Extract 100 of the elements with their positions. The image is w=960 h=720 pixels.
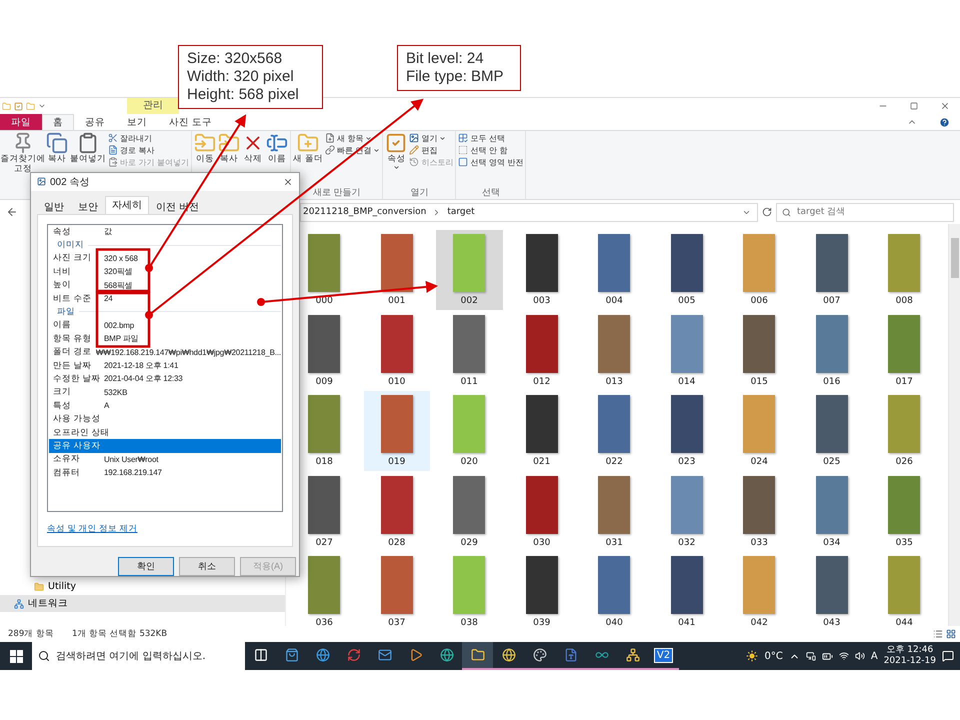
windows-logo-icon[interactable] xyxy=(10,650,22,662)
file-thumbnail[interactable]: 021 xyxy=(508,391,575,470)
file-thumbnail[interactable]: 003 xyxy=(508,230,575,310)
property-row[interactable]: 소유자 Unix User₩root xyxy=(49,452,281,466)
refresh-icon[interactable] xyxy=(762,207,772,217)
ribbon-button[interactable]: 복사 xyxy=(46,132,68,164)
help-icon[interactable] xyxy=(939,116,950,128)
property-row[interactable]: 공유 사용자 xyxy=(49,439,281,453)
file-thumbnail[interactable]: 007 xyxy=(798,230,865,310)
input-language[interactable]: A xyxy=(870,650,878,662)
close-icon[interactable] xyxy=(940,101,950,111)
file-thumbnail[interactable]: 022 xyxy=(581,391,648,470)
thumbnail-view-icon[interactable] xyxy=(946,629,956,639)
file-thumbnail[interactable]: 019 xyxy=(364,391,430,470)
dialog-button[interactable]: 확인 xyxy=(118,557,174,576)
ribbon-tab[interactable]: 사진 도구 xyxy=(158,114,224,130)
taskbar-app[interactable]: V2 xyxy=(648,642,679,670)
file-thumbnail[interactable]: 043 xyxy=(798,552,865,632)
ribbon-tab[interactable]: 파일 xyxy=(0,114,42,130)
clock-time[interactable]: 오후 12:46 xyxy=(886,645,934,656)
ribbon-button[interactable]: 새 항목 xyxy=(324,132,380,144)
file-thumbnail[interactable]: 035 xyxy=(871,472,938,551)
maximize-icon[interactable] xyxy=(910,102,918,110)
ribbon-tab[interactable]: 보기 xyxy=(116,114,158,130)
file-thumbnail[interactable]: 013 xyxy=(581,310,648,390)
file-thumbnail[interactable]: 023 xyxy=(654,391,720,470)
nav-item[interactable]: 네트워크 xyxy=(0,595,285,612)
property-row[interactable]: 오프라인 상태 xyxy=(49,426,281,440)
file-thumbnail[interactable]: 044 xyxy=(871,552,938,632)
property-row[interactable]: 폴더 경로 ₩₩192.168.219.147₩pi₩hdd1₩jpg₩20211218_B... xyxy=(49,345,281,359)
details-view-icon[interactable] xyxy=(933,629,943,639)
clock-date[interactable]: 2021-12-19 xyxy=(884,656,936,667)
ribbon-button[interactable]: 붙여넣기 xyxy=(70,132,106,164)
device-icon[interactable] xyxy=(806,651,816,661)
property-row[interactable]: 만든 날짜 2021-12-18 오후 1:41 xyxy=(49,358,281,372)
ribbon-button[interactable]: 선택 영역 반전 xyxy=(458,156,524,168)
dialog-tab[interactable]: 일반 xyxy=(37,198,71,214)
dialog-tab[interactable]: 자세히 xyxy=(105,196,149,214)
back-arrow-icon[interactable] xyxy=(6,206,18,218)
sun-icon[interactable] xyxy=(746,650,758,662)
temperature[interactable]: 0°C xyxy=(764,650,783,662)
file-thumbnail[interactable]: 024 xyxy=(726,391,792,470)
notification-icon[interactable] xyxy=(942,650,954,662)
network-icon[interactable] xyxy=(838,651,849,661)
ribbon-tab[interactable]: 공유 xyxy=(74,114,116,130)
column-header[interactable]: 속성 xyxy=(53,226,104,238)
file-thumbnail[interactable]: 037 xyxy=(364,552,430,632)
scrollbar[interactable] xyxy=(948,224,960,626)
battery-icon[interactable] xyxy=(822,650,833,662)
ribbon-button[interactable]: 모두 선택 xyxy=(458,132,524,144)
caret-icon[interactable] xyxy=(38,102,46,110)
property-row[interactable]: 수정한 날짜 2021-04-04 오후 12:33 xyxy=(49,372,281,386)
file-thumbnail[interactable]: 025 xyxy=(798,391,865,470)
ribbon-tab[interactable]: 홈 xyxy=(42,114,74,130)
file-thumbnail[interactable]: 040 xyxy=(581,552,648,632)
file-thumbnail[interactable]: 011 xyxy=(436,310,502,390)
property-row[interactable]: 크기 532KB xyxy=(49,386,281,400)
file-thumbnail[interactable]: 001 xyxy=(364,230,430,310)
ribbon-button[interactable]: 열기 xyxy=(409,132,454,144)
file-thumbnail[interactable]: 028 xyxy=(364,472,430,551)
file-thumbnail[interactable]: 010 xyxy=(364,310,430,390)
file-thumbnail[interactable]: 012 xyxy=(508,310,575,390)
file-thumbnail[interactable]: 020 xyxy=(436,391,502,470)
remove-properties-link[interactable]: 속성 및 개인 정보 제거 xyxy=(47,522,138,535)
property-row[interactable]: 사용 가능성 xyxy=(49,412,281,426)
file-thumbnail[interactable]: 032 xyxy=(654,472,720,551)
file-thumbnail[interactable]: 009 xyxy=(291,310,358,390)
property-row[interactable]: 사진 크기 320 x 568 xyxy=(49,252,281,266)
file-thumbnail[interactable]: 033 xyxy=(726,472,792,551)
file-thumbnail[interactable]: 029 xyxy=(436,472,502,551)
property-row[interactable]: 비트 수준 24 xyxy=(49,292,281,306)
file-thumbnail[interactable]: 005 xyxy=(654,230,720,310)
ribbon-button[interactable]: 경로 복사 xyxy=(108,144,190,156)
property-row[interactable]: 높이 568픽셀 xyxy=(49,278,281,292)
ribbon-button[interactable]: 복사 xyxy=(218,132,240,164)
file-thumbnail[interactable]: 027 xyxy=(291,472,358,551)
property-row[interactable]: 특성 A xyxy=(49,399,281,412)
ribbon-button[interactable]: 즐겨찾기에 고정 xyxy=(2,132,44,174)
address-bar[interactable]: 20211218_BMP_conversion target xyxy=(300,202,758,222)
file-thumbnail[interactable]: 042 xyxy=(726,552,792,632)
search-field[interactable]: target 검색 xyxy=(776,202,954,222)
property-row[interactable]: 이름 002.bmp xyxy=(49,318,281,332)
taskbar-search-field[interactable]: 검색하려면 여기에 입력하십시오. xyxy=(32,642,245,670)
property-row[interactable]: 항목 유형 BMP 파일 xyxy=(49,332,281,346)
ribbon-button[interactable]: 새 폴더 xyxy=(293,132,323,164)
ribbon-button[interactable]: 속성 xyxy=(385,132,408,171)
breadcrumb[interactable]: 20211218_BMP_conversion xyxy=(303,207,426,217)
file-thumbnail[interactable]: 031 xyxy=(581,472,648,551)
ribbon-button[interactable]: 이동 xyxy=(194,132,216,164)
file-thumbnail[interactable]: 002 xyxy=(436,230,502,310)
dialog-tab[interactable]: 보안 xyxy=(71,198,105,214)
file-thumbnail[interactable]: 016 xyxy=(798,310,865,390)
file-thumbnail[interactable]: 004 xyxy=(581,230,648,310)
file-thumbnail[interactable]: 006 xyxy=(726,230,792,310)
column-header[interactable]: 값 xyxy=(104,226,112,238)
speaker-icon[interactable] xyxy=(854,651,865,661)
file-thumbnail[interactable]: 038 xyxy=(436,552,502,632)
dialog-button[interactable]: 취소 xyxy=(179,557,235,576)
file-thumbnail[interactable]: 039 xyxy=(508,552,575,632)
property-row[interactable]: 너비 320픽셀 xyxy=(49,265,281,279)
